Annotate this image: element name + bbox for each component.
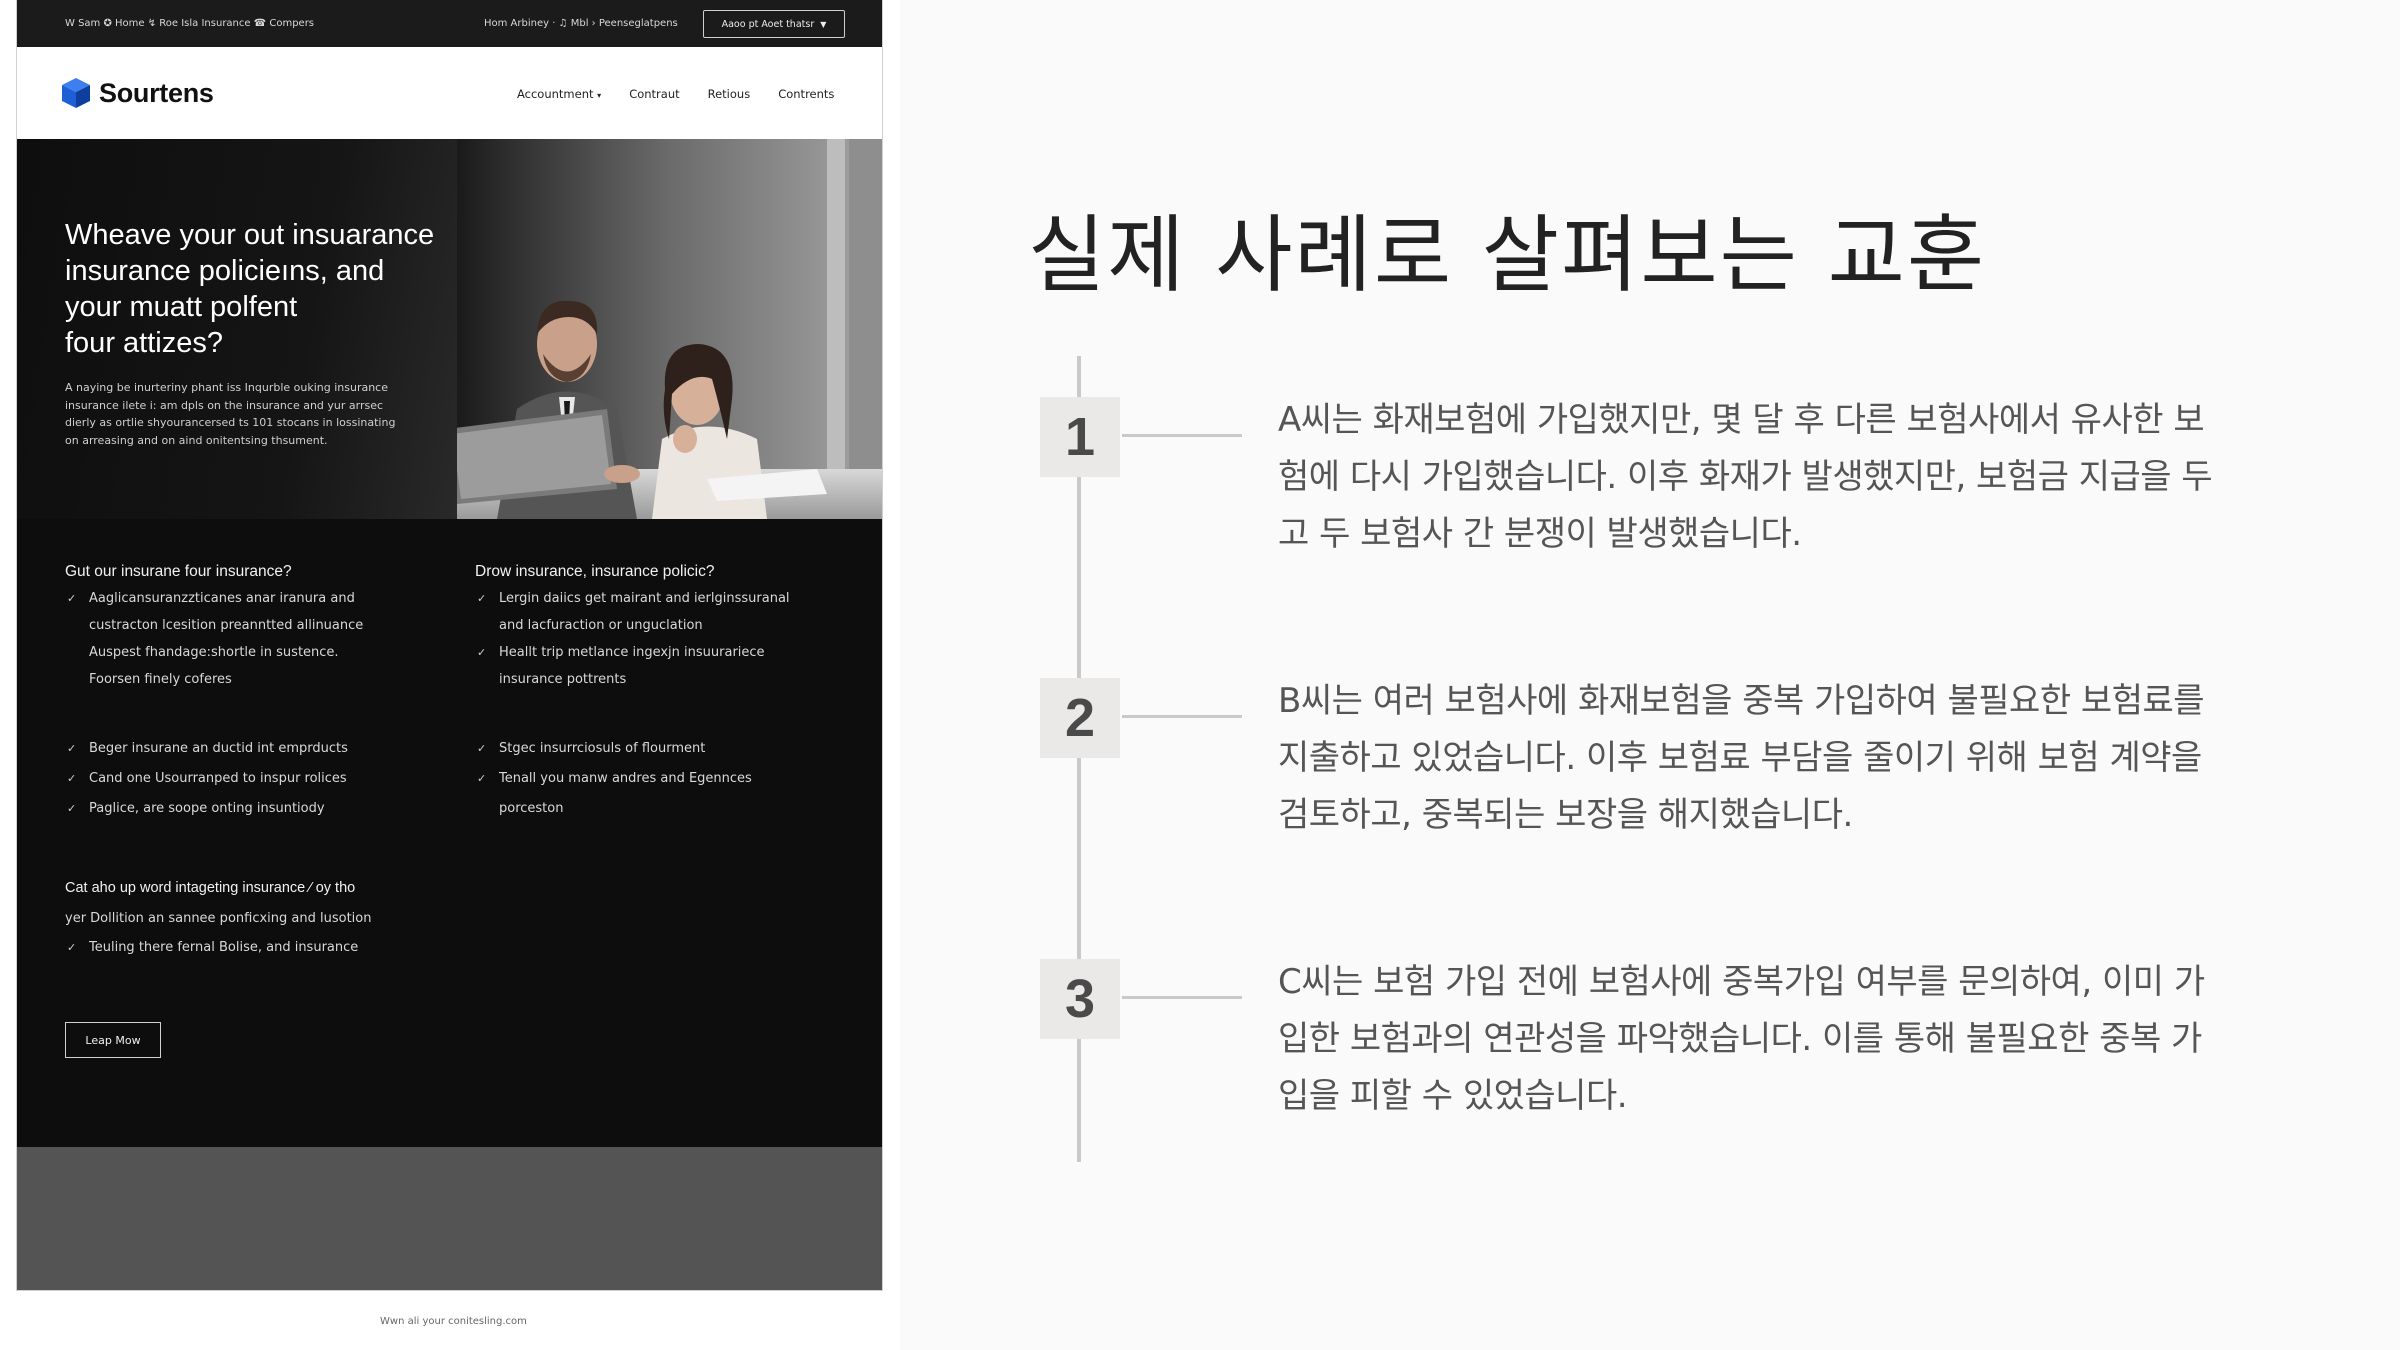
hero-title-line: Wheave your out insuarance bbox=[65, 219, 435, 251]
section5-text: yer Dollition an sannee ponficxing and l… bbox=[65, 911, 372, 926]
case-text-line: 입을 피할 수 있었습니다. bbox=[1278, 1076, 1628, 1116]
hero-section: Wheave your out insuarance insurance pol… bbox=[17, 139, 882, 519]
nav-menu: Accountment ▾ Contraut Retious Contrents bbox=[517, 87, 834, 101]
hero-desc-line: A naying be inurteriny phant iss Inqurbl… bbox=[65, 381, 389, 394]
topbar-right-links[interactable]: Hom Arbiney · ♫ Mbl › Peenseglatpens bbox=[484, 18, 678, 29]
section5-title: Cat aho up word intageting insurance ⁄ o… bbox=[65, 880, 356, 896]
website-screenshot: W Sam ✪ Home ↯ Roe Isla Insurance ☎ Comp… bbox=[17, 0, 882, 1290]
cube-logo-icon bbox=[62, 78, 90, 108]
topbar-button-label: Aaoo pt Aoet thatsr bbox=[721, 18, 815, 30]
section2-title: Drow insurance, insurance policic? bbox=[475, 563, 715, 580]
list-item: Foorsen finely coferes bbox=[89, 672, 232, 687]
hero-photo-couple-at-laptop bbox=[457, 139, 882, 519]
chevron-down-icon: ▾ bbox=[597, 91, 602, 100]
website-url-caption: Wwn ali your conitesling.com bbox=[380, 1316, 527, 1327]
case-text-line: C씨는 보험 가입 전에 보험사에 중복가입 여부를 문의하여, 이미 가 bbox=[1278, 962, 2205, 1002]
hero-title: Wheave your out insuarance insurance pol… bbox=[65, 217, 465, 361]
section5-list: Teuling there fernal Bolise, and insuran… bbox=[65, 934, 358, 961]
timeline-connector bbox=[1122, 996, 1242, 999]
section2-list: Lergin daiics get mairant and ierlginssu… bbox=[475, 585, 790, 693]
chevron-down-icon: ▼ bbox=[820, 19, 827, 29]
list-item: Beger insurane an ductid int emprducts bbox=[65, 734, 348, 764]
hero-title-line: four attizes? bbox=[65, 327, 223, 359]
case-2-text: B씨는 여러 보험사에 화재보험을 중복 가입하여 불필요한 보험료를 지출하고… bbox=[1278, 673, 2258, 844]
hero-title-line: your muatt polfent bbox=[65, 291, 298, 323]
timeline-connector bbox=[1122, 715, 1242, 718]
hero-desc-line: on arreasing and on aind onitentsing ths… bbox=[65, 433, 328, 447]
cta-button[interactable]: Leap Mow bbox=[65, 1022, 161, 1058]
list-item: and lacfuraction or unguclation bbox=[499, 618, 703, 633]
nav-item-contraut[interactable]: Contraut bbox=[629, 87, 679, 101]
case-text-line: 지출하고 있었습니다. 이후 보험료 부담을 줄이기 위해 보험 계약을 bbox=[1278, 738, 2202, 778]
section1-list: Aaglicansuranzzticanes anar iranura and … bbox=[65, 585, 363, 693]
topbar-left-links[interactable]: W Sam ✪ Home ↯ Roe Isla Insurance ☎ Comp… bbox=[65, 18, 314, 29]
nav-item-accountment[interactable]: Accountment ▾ bbox=[517, 87, 601, 101]
case-text-line: 검토하고, 중복되는 보장을 해지했습니다. bbox=[1278, 795, 1853, 835]
case-1-text: A씨는 화재보험에 가입했지만, 몇 달 후 다른 보험사에서 유사한 보 험에… bbox=[1278, 392, 2258, 563]
case-number-badge: 2 bbox=[1040, 678, 1120, 758]
case-text-line: 고 두 보험사 간 분쟁이 발생했습니다. bbox=[1278, 514, 1802, 554]
brand-name: Sourtens bbox=[99, 77, 214, 108]
website-footer-area bbox=[17, 1147, 882, 1290]
case-3-text: C씨는 보험 가입 전에 보험사에 중복가입 여부를 문의하여, 이미 가 입한… bbox=[1278, 954, 2258, 1125]
case-text-line: 입한 보험과의 연관성을 파악했습니다. 이를 통해 불필요한 중복 가 bbox=[1278, 1019, 2202, 1059]
section3-list: Beger insurane an ductid int emprducts C… bbox=[65, 734, 348, 824]
features-section: Gut our insurane four insurance? Aaglica… bbox=[17, 519, 882, 1147]
list-item: Auspest fhandage:shortle in sustence. bbox=[89, 645, 339, 660]
list-item: insurance pottrents bbox=[499, 672, 627, 687]
top-utility-bar: W Sam ✪ Home ↯ Roe Isla Insurance ☎ Comp… bbox=[17, 0, 882, 47]
list-item: Lergin daiics get mairant and ierlginssu… bbox=[475, 585, 790, 612]
timeline-connector bbox=[1122, 434, 1242, 437]
hero-desc-line: insurance ilete i: am dpls on the insura… bbox=[65, 398, 384, 412]
list-item: Stgec insurrciosuls of flourment bbox=[475, 734, 752, 764]
case-text-line: A씨는 화재보험에 가입했지만, 몇 달 후 다른 보험사에서 유사한 보 bbox=[1278, 400, 2205, 440]
list-item: custracton lcesition preanntted allinuan… bbox=[89, 618, 364, 633]
hero-title-line: insurance policieıns, and bbox=[65, 255, 385, 287]
hero-desc-line: dierly as ortlie shyourancersed ts 101 s… bbox=[65, 416, 396, 429]
nav-item-contrents[interactable]: Contrents bbox=[778, 87, 834, 101]
slide-title: 실제 사례로 살펴보는 교훈 bbox=[1028, 206, 1987, 304]
case-number-badge: 1 bbox=[1040, 397, 1120, 477]
website-mockup-panel: W Sam ✪ Home ↯ Roe Isla Insurance ☎ Comp… bbox=[0, 0, 900, 1350]
case-number-badge: 3 bbox=[1040, 959, 1120, 1039]
hero-description: A naying be inurteriny phant iss Inqurbl… bbox=[65, 379, 465, 449]
topbar-account-button[interactable]: Aaoo pt Aoet thatsr ▼ bbox=[703, 10, 845, 38]
case-text-line: 험에 다시 가입했습니다. 이후 화재가 발생했지만, 보험금 지급을 두 bbox=[1278, 457, 2213, 497]
main-navbar: Sourtens Accountment ▾ Contraut Retious … bbox=[17, 47, 882, 139]
list-item: Paglice, are soope onting insuntiody bbox=[65, 794, 348, 824]
section1-title: Gut our insurane four insurance? bbox=[65, 563, 292, 580]
brand-logo[interactable]: Sourtens bbox=[61, 77, 214, 109]
section4-list: Stgec insurrciosuls of flourment Tenall … bbox=[475, 734, 752, 824]
list-item: Heallt trip metlance ingexjn insuurariec… bbox=[475, 639, 790, 666]
list-item: porceston bbox=[499, 801, 564, 816]
list-item: Aaglicansuranzzticanes anar iranura and bbox=[65, 585, 363, 612]
nav-item-label: Accountment bbox=[517, 87, 594, 101]
list-item: Tenall you manw andres and Egennces bbox=[475, 764, 752, 794]
list-item: Teuling there fernal Bolise, and insuran… bbox=[65, 934, 358, 961]
nav-item-retious[interactable]: Retious bbox=[708, 87, 751, 101]
case-text-line: B씨는 여러 보험사에 화재보험을 중복 가입하여 불필요한 보험료를 bbox=[1278, 681, 2205, 721]
list-item: Cand one Usourranped to inspur rolices bbox=[65, 764, 348, 794]
